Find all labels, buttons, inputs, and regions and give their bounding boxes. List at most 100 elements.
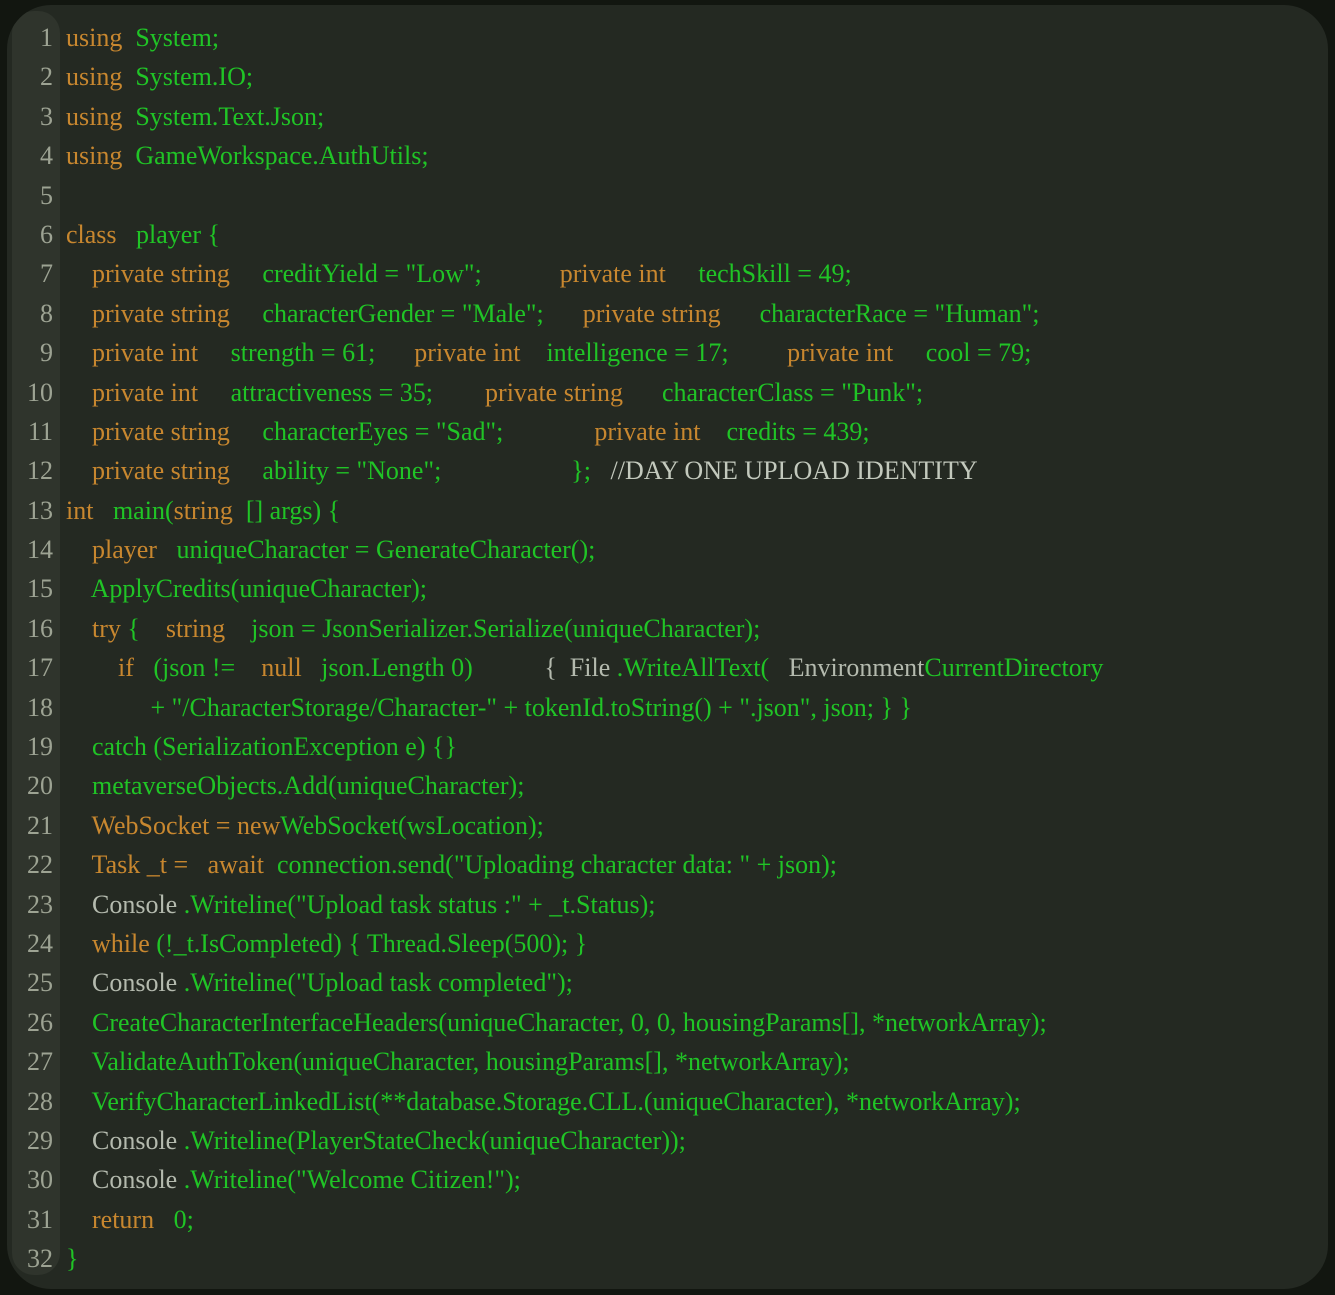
code-text: catch (SerializationException e) {} bbox=[60, 727, 1328, 766]
line-number: 6 bbox=[12, 215, 60, 254]
line-number: 28 bbox=[12, 1082, 60, 1121]
code-area[interactable]: 1using System;2using System.IO;3using Sy… bbox=[7, 5, 1328, 1289]
code-line[interactable]: 7 private string creditYield = "Low"; pr… bbox=[7, 254, 1328, 293]
code-segment-value: catch (SerializationException e) {} bbox=[66, 732, 457, 761]
code-line[interactable]: 12 private string ability = "None"; }; /… bbox=[7, 451, 1328, 490]
code-line[interactable]: 17 if (json != null json.Length 0) { Fil… bbox=[7, 648, 1328, 687]
code-segment-keyword: private string bbox=[66, 456, 230, 485]
code-text: WebSocket = newWebSocket(wsLocation); bbox=[60, 806, 1328, 845]
line-number: 29 bbox=[12, 1121, 60, 1160]
code-text: int main(string [] args) { bbox=[60, 491, 1328, 530]
line-number: 5 bbox=[12, 176, 60, 215]
code-segment-keyword: private int bbox=[482, 259, 666, 288]
line-number: 3 bbox=[12, 97, 60, 136]
code-segment-value: strength = 61; bbox=[198, 338, 375, 367]
code-line[interactable]: 26 CreateCharacterInterfaceHeaders(uniqu… bbox=[7, 1003, 1328, 1042]
code-segment-value: CreateCharacterInterfaceHeaders(uniqueCh… bbox=[66, 1008, 1047, 1037]
code-line[interactable]: 11 private string characterEyes = "Sad";… bbox=[7, 412, 1328, 451]
line-number: 22 bbox=[12, 845, 60, 884]
code-segment-keyword: private string bbox=[66, 299, 230, 328]
code-text: using System.Text.Json; bbox=[60, 97, 1328, 136]
line-number: 4 bbox=[12, 136, 60, 175]
code-text: if (json != null json.Length 0) { File .… bbox=[60, 648, 1328, 687]
code-line[interactable]: 27 ValidateAuthToken(uniqueCharacter, ho… bbox=[7, 1042, 1328, 1081]
code-segment-plain: Console bbox=[66, 968, 177, 997]
code-line[interactable]: 22 Task _t = await connection.send("Uplo… bbox=[7, 845, 1328, 884]
code-segment-keyword: using bbox=[66, 102, 122, 131]
code-text: ApplyCredits(uniqueCharacter); bbox=[60, 569, 1328, 608]
code-line[interactable]: 25 Console .Writeline("Upload task compl… bbox=[7, 963, 1328, 1002]
code-segment-keyword: private string bbox=[66, 259, 230, 288]
code-text: } bbox=[60, 1239, 1328, 1278]
code-line[interactable]: 9 private int strength = 61; private int… bbox=[7, 333, 1328, 372]
code-segment-value: connection.send("Uploading character dat… bbox=[264, 850, 837, 879]
line-number: 17 bbox=[12, 648, 60, 687]
line-number: 23 bbox=[12, 885, 60, 924]
code-line[interactable]: 4using GameWorkspace.AuthUtils; bbox=[7, 136, 1328, 175]
code-segment-keyword: private string bbox=[544, 299, 721, 328]
code-line[interactable]: 10 private int attractiveness = 35; priv… bbox=[7, 373, 1328, 412]
code-segment-keyword: using bbox=[66, 141, 122, 170]
line-number: 8 bbox=[12, 294, 60, 333]
code-segment-value: techSkill = 49; bbox=[666, 259, 852, 288]
code-line[interactable]: 3using System.Text.Json; bbox=[7, 97, 1328, 136]
code-line[interactable]: 2using System.IO; bbox=[7, 57, 1328, 96]
code-segment-plain: Console bbox=[66, 890, 177, 919]
code-segment-keyword: private int bbox=[503, 417, 700, 446]
code-segment-value: player { bbox=[117, 220, 220, 249]
line-number: 30 bbox=[12, 1160, 60, 1199]
code-line[interactable]: 28 VerifyCharacterLinkedList(**database.… bbox=[7, 1082, 1328, 1121]
code-segment-value: .Writeline(PlayerStateCheck(uniqueCharac… bbox=[177, 1126, 686, 1155]
code-text: Console .Writeline("Upload task complete… bbox=[60, 963, 1328, 1002]
code-line[interactable]: 13int main(string [] args) { bbox=[7, 491, 1328, 530]
code-line[interactable]: 32} bbox=[7, 1239, 1328, 1278]
code-text: metaverseObjects.Add(uniqueCharacter); bbox=[60, 766, 1328, 805]
code-line[interactable]: 31 return 0; bbox=[7, 1200, 1328, 1239]
code-line[interactable]: 23 Console .Writeline("Upload task statu… bbox=[7, 885, 1328, 924]
code-segment-value: 0; bbox=[154, 1205, 194, 1234]
code-line[interactable]: 5 bbox=[7, 176, 1328, 215]
code-segment-value: ability = "None"; }; bbox=[230, 456, 591, 485]
code-segment-value: { bbox=[121, 614, 140, 643]
code-line[interactable]: 24 while (!_t.IsCompleted) { Thread.Slee… bbox=[7, 924, 1328, 963]
code-line[interactable]: 1using System; bbox=[7, 18, 1328, 57]
code-line[interactable]: 15 ApplyCredits(uniqueCharacter); bbox=[7, 569, 1328, 608]
code-text: private int attractiveness = 35; private… bbox=[60, 373, 1328, 412]
code-line[interactable]: 8 private string characterGender = "Male… bbox=[7, 294, 1328, 333]
code-text: player uniqueCharacter = GenerateCharact… bbox=[60, 530, 1328, 569]
code-segment-keyword: class bbox=[66, 220, 117, 249]
code-text: using System; bbox=[60, 18, 1328, 57]
code-text: try { string json = JsonSerializer.Seria… bbox=[60, 609, 1328, 648]
code-segment-keyword: private string bbox=[433, 378, 623, 407]
code-line[interactable]: 21 WebSocket = newWebSocket(wsLocation); bbox=[7, 806, 1328, 845]
code-segment-value: ValidateAuthToken(uniqueCharacter, housi… bbox=[66, 1047, 850, 1076]
line-number: 10 bbox=[12, 373, 60, 412]
code-line[interactable]: 16 try { string json = JsonSerializer.Se… bbox=[7, 609, 1328, 648]
code-segment-keyword: Task _t = await bbox=[66, 850, 264, 879]
code-segment-keyword: using bbox=[66, 62, 122, 91]
code-segment-plain: Console bbox=[66, 1126, 177, 1155]
code-segment-value: characterGender = "Male"; bbox=[230, 299, 544, 328]
code-segment-value: System; bbox=[122, 23, 219, 52]
line-number: 20 bbox=[12, 766, 60, 805]
line-number: 27 bbox=[12, 1042, 60, 1081]
code-segment-plain: { File bbox=[473, 653, 610, 682]
code-line[interactable]: 18 + "/CharacterStorage/Character-" + to… bbox=[7, 688, 1328, 727]
code-line[interactable]: 14 player uniqueCharacter = GenerateChar… bbox=[7, 530, 1328, 569]
code-segment-value: } bbox=[66, 1244, 78, 1273]
code-line[interactable]: 29 Console .Writeline(PlayerStateCheck(u… bbox=[7, 1121, 1328, 1160]
code-segment-value: ApplyCredits(uniqueCharacter); bbox=[66, 574, 427, 603]
line-number: 24 bbox=[12, 924, 60, 963]
code-line[interactable]: 30 Console .Writeline("Welcome Citizen!"… bbox=[7, 1160, 1328, 1199]
code-segment-keyword: private int bbox=[66, 378, 198, 407]
code-segment-value: credits = 439; bbox=[700, 417, 869, 446]
code-segment-value: main( bbox=[93, 496, 173, 525]
code-line[interactable]: 6class player { bbox=[7, 215, 1328, 254]
code-line[interactable]: 19 catch (SerializationException e) {} bbox=[7, 727, 1328, 766]
line-number: 14 bbox=[12, 530, 60, 569]
code-text: private string ability = "None"; }; //DA… bbox=[60, 451, 1328, 490]
code-text: Console .Writeline("Upload task status :… bbox=[60, 885, 1328, 924]
line-number: 19 bbox=[12, 727, 60, 766]
code-segment-keyword: private int bbox=[66, 338, 198, 367]
code-line[interactable]: 20 metaverseObjects.Add(uniqueCharacter)… bbox=[7, 766, 1328, 805]
